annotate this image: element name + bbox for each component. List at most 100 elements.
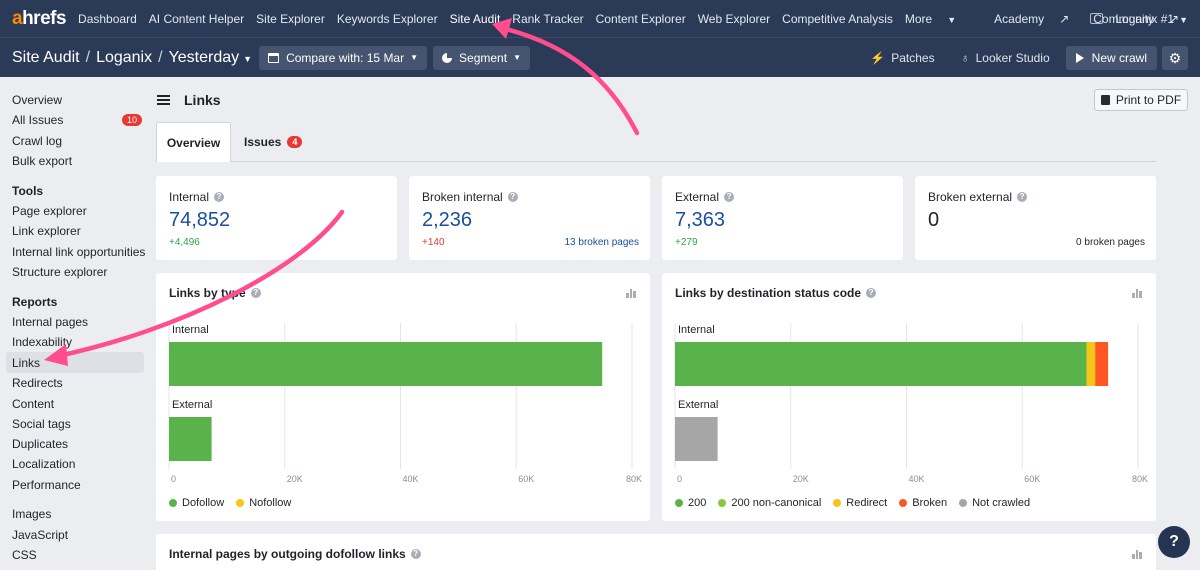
sidebar-item-content[interactable]: Content (12, 397, 54, 411)
main-nav: Dashboard AI Content Helper Site Explore… (78, 12, 980, 26)
segment-button[interactable]: Segment ▼ (433, 45, 530, 70)
nav-ai-content-helper[interactable]: AI Content Helper (149, 12, 244, 26)
legend-label: Broken (912, 497, 948, 509)
legend-item[interactable]: Redirect (833, 497, 887, 509)
nav-competitive-analysis[interactable]: Competitive Analysis (782, 12, 893, 26)
sub-header-actions: ⚡ Patches ♁ Looker Studio New crawl ⚙ (870, 38, 1188, 78)
sidebar-item-internal-link-opportunities[interactable]: Internal link opportunities (12, 245, 145, 259)
help-icon[interactable]: ? (214, 192, 225, 202)
sidebar-item-link-explorer[interactable]: Link explorer (12, 224, 81, 238)
stat-value[interactable]: 7,363 (675, 209, 725, 232)
bar-segment (675, 417, 718, 461)
crawl-selector[interactable]: Yesterday ▼ (169, 49, 253, 66)
nav-dashboard[interactable]: Dashboard (78, 12, 137, 26)
breadcrumb: Site Audit / Loganix / Yesterday ▼ (12, 49, 252, 67)
chart-title-text: Internal pages by outgoing dofollow link… (169, 547, 406, 561)
legend-dot (833, 499, 842, 507)
breadcrumb-project[interactable]: Loganix (96, 49, 152, 66)
stat-delta: +4,496 (169, 237, 200, 248)
lightning-icon: ⚡ (870, 51, 886, 65)
help-icon[interactable]: ? (724, 192, 735, 202)
breadcrumb-separator: / (85, 48, 91, 66)
sidebar-item-social-tags[interactable]: Social tags (12, 417, 71, 431)
ahrefs-logo[interactable]: ahrefs (12, 8, 67, 30)
sidebar-item-redirects[interactable]: Redirects (12, 376, 63, 390)
bar-chart-icon[interactable] (1132, 550, 1143, 559)
nav-keywords-explorer[interactable]: Keywords Explorer (337, 12, 438, 26)
nav-more[interactable]: More ▼ (905, 12, 968, 26)
nav-site-audit[interactable]: Site Audit (450, 12, 501, 26)
sidebar-heading-reports: Reports (12, 295, 58, 309)
stat-card-broken-internal: Broken internal? 2,236 +140 13 broken pa… (409, 176, 650, 260)
gear-icon[interactable]: ⚙ (1162, 46, 1188, 70)
segment-label: Segment (459, 50, 508, 65)
legend-dot (899, 499, 908, 507)
help-icon[interactable]: ? (410, 549, 421, 559)
legend-item[interactable]: Nofollow (236, 497, 291, 509)
stat-label: Broken internal? (422, 190, 518, 204)
menu-icon[interactable] (157, 93, 170, 107)
sidebar-item-images[interactable]: Images (12, 507, 51, 521)
sidebar-item-javascript[interactable]: JavaScript (12, 528, 68, 542)
issues-tab-badge: 4 (287, 136, 303, 148)
legend-item[interactable]: Not crawled (959, 497, 1030, 509)
nav-academy[interactable]: Academy ↗ (994, 12, 1081, 26)
chart-title: Internal pages by outgoing dofollow link… (169, 547, 421, 561)
nav-content-explorer[interactable]: Content Explorer (596, 12, 686, 26)
print-to-pdf-button[interactable]: Print to PDF (1094, 89, 1188, 111)
patches-link[interactable]: ⚡ Patches (870, 51, 934, 65)
legend-item[interactable]: Broken (899, 497, 947, 509)
help-icon[interactable]: ? (507, 192, 518, 202)
sidebar-item-crawl-log[interactable]: Crawl log (12, 134, 62, 148)
sidebar-item-structure-explorer[interactable]: Structure explorer (12, 265, 107, 279)
issues-count-badge: 10 (122, 114, 143, 126)
stat-card-internal: Internal? 74,852 +4,496 (156, 176, 397, 260)
segment-icon (442, 52, 453, 63)
x-tick-label: 60K (518, 474, 534, 484)
sidebar-item-internal-pages[interactable]: Internal pages (12, 315, 88, 329)
legend-item[interactable]: 200 (675, 497, 706, 509)
monitor-icon[interactable] (1090, 13, 1104, 24)
sidebar-item-duplicates[interactable]: Duplicates (12, 437, 68, 451)
tab-issues[interactable]: Issues 4 (244, 122, 303, 162)
broken-pages-link[interactable]: 13 broken pages (564, 237, 639, 248)
sidebar-item-page-explorer[interactable]: Page explorer (12, 204, 87, 218)
x-tick-label: 80K (626, 474, 642, 484)
sidebar-item-links[interactable]: Links (12, 356, 40, 370)
chart-card-links-by-type: Links by type? 0 20K 40K 60K 80K Internal Exte… (156, 273, 650, 521)
nav-web-explorer[interactable]: Web Explorer (698, 12, 770, 26)
sidebar-item-css[interactable]: CSS (12, 548, 37, 562)
top-nav: ahrefs Dashboard AI Content Helper Site … (0, 0, 1200, 37)
chart-card-outgoing-links: Internal pages by outgoing dofollow link… (156, 534, 1156, 570)
legend-item[interactable]: 200 non-canonical (718, 497, 821, 509)
sidebar-heading-tools: Tools (12, 184, 44, 198)
stat-value[interactable]: 74,852 (169, 209, 230, 232)
sidebar-item-bulk-export[interactable]: Bulk export (12, 154, 72, 168)
category-label: Internal (172, 324, 209, 336)
help-icon[interactable]: ? (1017, 192, 1028, 202)
help-button[interactable]: ? (1158, 526, 1190, 558)
x-tick-label: 80K (1132, 474, 1148, 484)
project-selector[interactable]: Loganix #1 ▼ (1115, 12, 1188, 26)
sidebar-item-performance[interactable]: Performance (12, 478, 81, 492)
compare-button[interactable]: Compare with: 15 Mar ▼ (259, 45, 428, 70)
breadcrumb-site-audit[interactable]: Site Audit (12, 49, 80, 66)
nav-site-explorer[interactable]: Site Explorer (256, 12, 325, 26)
tab-overview[interactable]: Overview (156, 122, 231, 162)
stat-label: External? (675, 190, 735, 204)
x-tick-label: 0 (171, 474, 176, 484)
stat-value[interactable]: 2,236 (422, 209, 472, 232)
nav-rank-tracker[interactable]: Rank Tracker (512, 12, 583, 26)
x-tick-label: 20K (287, 474, 303, 484)
looker-studio-link[interactable]: ♁ Looker Studio (961, 51, 1050, 65)
legend-item[interactable]: Dofollow (169, 497, 224, 509)
x-tick-label: 20K (793, 474, 809, 484)
new-crawl-button[interactable]: New crawl (1065, 46, 1157, 70)
sidebar-item-localization[interactable]: Localization (12, 457, 75, 471)
sidebar-item-all-issues[interactable]: All Issues (12, 113, 63, 127)
chevron-down-icon: ▼ (410, 53, 419, 62)
sidebar-item-indexability[interactable]: Indexability (12, 335, 72, 349)
tab-issues-label: Issues (244, 135, 282, 149)
x-tick-label: 60K (1024, 474, 1040, 484)
sidebar-item-overview[interactable]: Overview (12, 93, 62, 107)
